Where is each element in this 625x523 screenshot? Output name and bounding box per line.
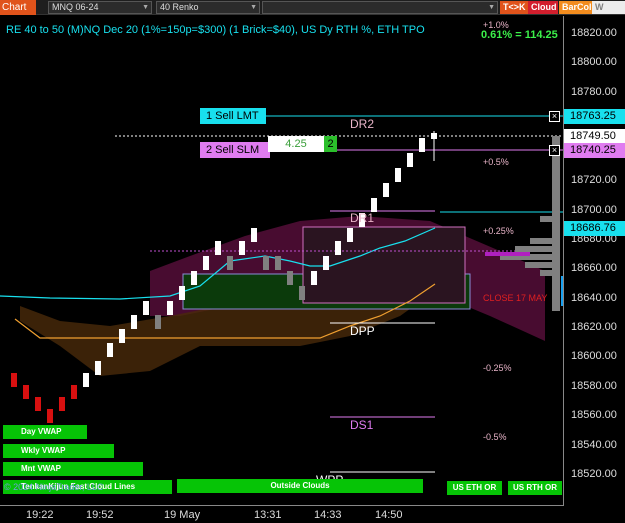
- pct-label: +0.25%: [483, 226, 514, 236]
- last-price-marker: 18749.50: [564, 129, 625, 144]
- mnt-vwap-button[interactable]: Mnt VWAP: [3, 462, 143, 476]
- time-tick: 19 May: [164, 509, 201, 521]
- dr1-label: DR1: [350, 211, 375, 225]
- dpp-label: DPP: [350, 324, 375, 338]
- time-tick: 14:50: [375, 509, 403, 521]
- price-tick: 18640.00: [571, 292, 617, 304]
- chart-toolbar: Chart MNQ 06-24 ▼ 40 Renko ▼ ▼ T<>K Clou…: [0, 0, 625, 25]
- price-tick: 18600.00: [571, 350, 617, 362]
- ds1-label: DS1: [350, 418, 374, 432]
- price-tick: 18660.00: [571, 262, 617, 274]
- price-tick: 18800.00: [571, 56, 617, 68]
- price-tick: 18720.00: [571, 174, 617, 186]
- price-tick: 18560.00: [571, 409, 617, 421]
- pct-label: -0.5%: [483, 432, 507, 442]
- close-icon[interactable]: ×: [549, 145, 560, 156]
- sell-lmt-price-marker: 18763.25: [564, 109, 625, 124]
- chart-title: RE 40 to 50 (M)NQ Dec 20 (1%=150p=$300) …: [6, 24, 425, 36]
- order-qty-badge[interactable]: 2: [324, 136, 337, 152]
- price-tick: 18620.00: [571, 321, 617, 333]
- volume-profile-poc: [485, 252, 530, 256]
- price-tick: 18540.00: [571, 439, 617, 451]
- wkly-vwap-button[interactable]: Wkly VWAP: [3, 444, 114, 458]
- time-tick: 19:22: [26, 509, 54, 521]
- renko-bricks-down: [11, 373, 53, 423]
- us-rth-or-button[interactable]: US RTH OR: [508, 481, 562, 495]
- time-tick: 19:52: [86, 509, 114, 521]
- day-vwap-button[interactable]: Day VWAP: [3, 425, 87, 439]
- time-tick: 13:31: [254, 509, 282, 521]
- us-eth-or-button[interactable]: US ETH OR: [447, 481, 502, 495]
- chevron-down-icon: ▼: [488, 4, 495, 11]
- order-price-box[interactable]: 4.25: [268, 136, 324, 152]
- close-icon[interactable]: ×: [549, 111, 560, 122]
- price-tick: 18520.00: [571, 468, 617, 480]
- vwap-toggle-button[interactable]: W VWA: [592, 1, 625, 25]
- sell-slm-order[interactable]: 2 Sell SLM: [200, 142, 270, 158]
- pct-label: +0.5%: [483, 157, 509, 167]
- bar-type-selector[interactable]: 40 Renko ▼: [156, 1, 260, 14]
- chevron-down-icon: ▼: [250, 4, 257, 11]
- chevron-down-icon: ▼: [142, 4, 149, 11]
- tk-toggle-button[interactable]: T<>K: [500, 1, 528, 14]
- copyright-text: © 2024 NinjaTrader, LLC: [4, 482, 104, 492]
- time-tick: 14:33: [314, 509, 342, 521]
- bar-type-label: 40 Renko: [160, 2, 199, 12]
- current-brick: [431, 133, 437, 139]
- price-tick: 18820.00: [571, 27, 617, 39]
- cyan-level-price-marker: 18686.76: [564, 221, 625, 236]
- sell-slm-price-marker: 18740.25: [564, 143, 625, 158]
- chart-tab[interactable]: Chart: [0, 0, 36, 15]
- blank-selector[interactable]: ▼: [262, 1, 498, 14]
- price-tick: 18700.00: [571, 204, 617, 216]
- barcol-toggle-button[interactable]: BarCol: [559, 1, 592, 14]
- sell-lmt-order[interactable]: 1 Sell LMT: [200, 108, 266, 124]
- close-level-label: CLOSE 17 MAY: [483, 293, 548, 303]
- price-tick: 18780.00: [571, 86, 617, 98]
- price-tick: 18580.00: [571, 380, 617, 392]
- cloud-toggle-button[interactable]: Cloud: [528, 1, 558, 14]
- instrument-selector[interactable]: MNQ 06-24 ▼: [48, 1, 152, 14]
- renko-bricks-red-up: [59, 385, 77, 411]
- outside-clouds-button[interactable]: Outside Clouds: [177, 479, 423, 493]
- pct-readout: 0.61% = 114.25: [481, 29, 558, 41]
- pct-label: -0.25%: [483, 363, 512, 373]
- instrument-label: MNQ 06-24: [52, 2, 99, 12]
- dr2-label: DR2: [350, 117, 375, 131]
